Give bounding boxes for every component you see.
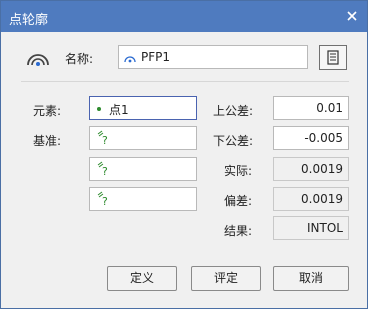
upper-tolerance-field[interactable]: 0.01 xyxy=(273,96,349,120)
unknown-feature-icon: ? xyxy=(95,130,111,147)
close-icon[interactable] xyxy=(345,9,359,23)
header-divider xyxy=(21,81,349,82)
upper-tolerance-value: 0.01 xyxy=(316,101,343,115)
list-button[interactable] xyxy=(319,45,347,70)
actual-field: 0.0019 xyxy=(273,157,349,181)
deviation-label: 偏差: xyxy=(224,194,253,208)
element-value: 点1 xyxy=(109,103,129,117)
cancel-button[interactable]: 取消 xyxy=(273,266,349,291)
datum-field-1[interactable]: ? xyxy=(89,126,197,150)
lower-tolerance-field[interactable]: -0.005 xyxy=(273,126,349,150)
unknown-feature-icon: ? xyxy=(95,161,111,178)
datum-label: 基准: xyxy=(33,134,62,148)
result-field: INTOL xyxy=(273,216,349,240)
unknown-feature-icon: ? xyxy=(95,191,111,208)
point-icon xyxy=(97,107,101,111)
evaluate-button[interactable]: 评定 xyxy=(191,266,261,291)
lower-tolerance-value: -0.005 xyxy=(304,131,343,145)
point-profile-dialog: 点轮廓 名称: PFP1 元素: 点1 基准: ? ? ? 上公差: 0.01 … xyxy=(0,0,368,309)
datum-field-3[interactable]: ? xyxy=(89,187,197,211)
window-title: 点轮廓 xyxy=(9,13,49,28)
svg-text:?: ? xyxy=(102,195,108,207)
title-bar[interactable]: 点轮廓 xyxy=(1,1,367,32)
element-field[interactable]: 点1 xyxy=(89,96,197,120)
lower-tolerance-label: 下公差: xyxy=(213,134,254,148)
actual-value: 0.0019 xyxy=(301,162,343,176)
name-label: 名称: xyxy=(65,52,94,66)
deviation-field: 0.0019 xyxy=(273,187,349,211)
svg-text:?: ? xyxy=(102,134,108,146)
element-label: 元素: xyxy=(33,104,62,118)
upper-tolerance-label: 上公差: xyxy=(213,104,254,118)
datum-field-2[interactable]: ? xyxy=(89,157,197,181)
point-profile-icon xyxy=(26,49,50,67)
deviation-value: 0.0019 xyxy=(301,192,343,206)
svg-text:?: ? xyxy=(102,165,108,177)
list-icon xyxy=(327,50,339,65)
actual-label: 实际: xyxy=(224,164,253,178)
result-label: 结果: xyxy=(224,224,253,238)
define-button[interactable]: 定义 xyxy=(107,266,177,291)
name-value: PFP1 xyxy=(141,50,171,64)
name-field[interactable]: PFP1 xyxy=(118,45,308,69)
result-value: INTOL xyxy=(307,221,343,235)
point-profile-small-icon xyxy=(124,52,136,63)
